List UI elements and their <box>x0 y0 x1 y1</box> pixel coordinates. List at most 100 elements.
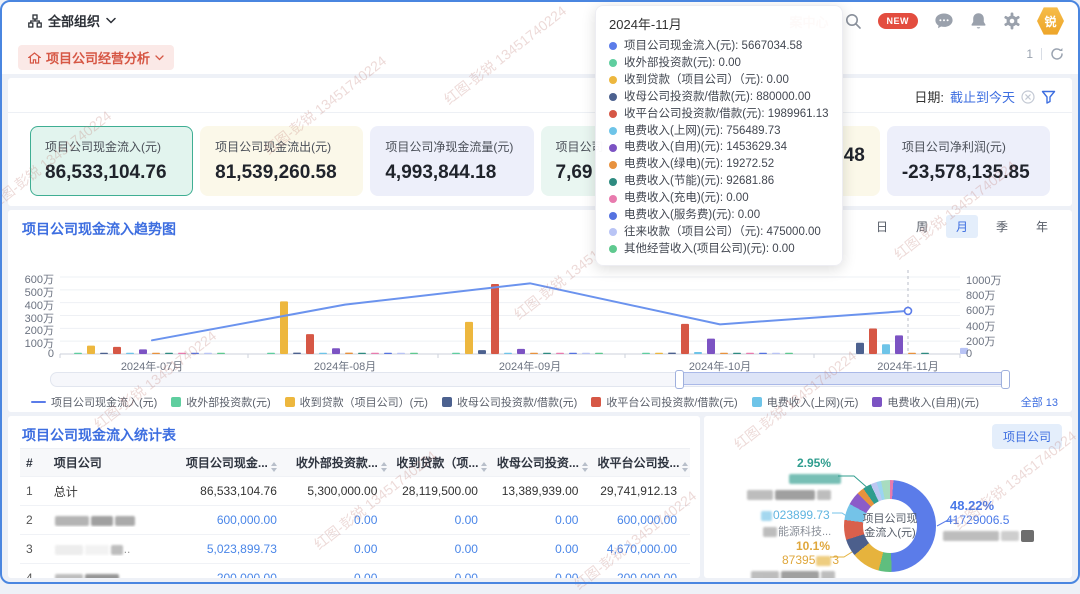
clear-filter-icon[interactable] <box>1021 90 1035 104</box>
datazoom-selection[interactable] <box>678 372 1005 385</box>
tooltip-item: 项目公司现金流入(元): 5667034.58 <box>609 38 829 55</box>
kpi-value: 81,539,260.58 <box>215 162 348 184</box>
series-dot <box>609 59 617 67</box>
sort-icon[interactable] <box>582 462 588 472</box>
filter-funnel-icon[interactable] <box>1041 90 1056 104</box>
value-cell[interactable]: 0.00 <box>290 542 391 556</box>
refresh-icon[interactable] <box>1050 47 1064 61</box>
divider <box>8 112 1072 113</box>
table-header-cell[interactable]: 项目公司现金... <box>142 454 290 472</box>
avatar[interactable]: 锐 <box>1037 7 1064 36</box>
table-header-row: #项目公司项目公司现金...收外部投资款...收到贷款（项...收母公司投资..… <box>20 448 690 477</box>
legend-item[interactable]: 收外部投资款(元) <box>171 394 270 410</box>
legend-swatch <box>31 401 46 403</box>
series-dot <box>609 93 617 101</box>
table-header-cell[interactable]: 收平台公司投... <box>591 454 690 472</box>
value-cell[interactable]: 0.00 <box>390 571 491 578</box>
value-cell[interactable]: 4,670,000.00 <box>591 542 690 556</box>
legend-item[interactable]: 收到贷款（项目公司）(元) <box>285 394 428 410</box>
legend-item[interactable]: 电费收入(自用)(元) <box>872 394 979 410</box>
trend-chart[interactable]: 600万500万400万300万200万100万01000万800万600万40… <box>8 244 1072 392</box>
period-tab-周[interactable]: 周 <box>906 215 938 238</box>
table-header-cell: 项目公司 <box>48 454 143 471</box>
series-dot <box>609 245 617 253</box>
kpi-card-1[interactable]: 项目公司现金流入(元)86,533,104.76 <box>30 126 193 196</box>
kpi-card-3[interactable]: 项目公司净现金流量(元)4,993,844.18 <box>370 126 533 196</box>
period-tab-季[interactable]: 季 <box>986 215 1018 238</box>
kpi-card-2[interactable]: 项目公司现金流出(元)81,539,260.58 <box>200 126 363 196</box>
dimension-tag[interactable]: 项目公司 <box>992 424 1062 449</box>
table-row[interactable]: 4...200,000.000.000.000.00200,000.00 <box>20 564 690 578</box>
legend-item[interactable]: 电费收入(上网)(元) <box>752 394 859 410</box>
search-icon[interactable] <box>845 13 862 30</box>
value-cell[interactable]: 0.00 <box>491 513 592 527</box>
tab-label: 项目公司经营分析 <box>46 48 150 67</box>
table-header-cell[interactable]: 收母公司投资... <box>491 454 592 472</box>
period-tab-年[interactable]: 年 <box>1026 215 1058 238</box>
series-dot <box>609 42 617 50</box>
value-cell[interactable]: 600,000.00 <box>591 513 690 527</box>
company-cell <box>48 513 143 527</box>
bell-icon[interactable] <box>970 12 987 30</box>
new-badge[interactable]: NEW <box>878 13 919 29</box>
table-header-cell[interactable]: 收到贷款（项... <box>390 454 491 472</box>
table-row[interactable]: 1总计86,533,104.765,300,000.0028,119,500.0… <box>20 477 690 506</box>
value-cell[interactable]: 0.00 <box>390 542 491 556</box>
gear-icon[interactable] <box>1003 12 1021 30</box>
value-cell[interactable]: 200,000.00 <box>142 571 290 578</box>
series-dot <box>609 178 617 186</box>
y-axis-tick-right: 800万 <box>966 287 995 303</box>
y-axis-tick-right: 400万 <box>966 318 995 334</box>
sort-icon[interactable] <box>271 462 277 472</box>
tab-project-company-analysis[interactable]: 项目公司经营分析 <box>18 45 174 70</box>
table-header-cell: # <box>20 456 48 470</box>
table-header-cell[interactable]: 收外部投资款... <box>290 454 391 472</box>
donut-label-teal-value-redacted <box>788 471 842 485</box>
tooltip-item: 电费收入(充电)(元): 0.00 <box>609 190 829 207</box>
sort-icon[interactable] <box>682 462 688 472</box>
kpi-label: 项目公司净现金流量(元) <box>385 138 518 155</box>
legend-item[interactable]: 收母公司投资款/借款(元) <box>442 394 577 410</box>
sort-icon[interactable] <box>381 462 387 472</box>
value-cell[interactable]: 5,023,899.73 <box>142 542 290 556</box>
period-tab-月[interactable]: 月 <box>946 215 978 238</box>
sort-icon[interactable] <box>481 462 487 472</box>
y-axis-tick-right: 1000万 <box>966 272 1001 288</box>
donut-label-lightblue-value: 023899.73 <box>760 508 830 522</box>
legend-swatch <box>442 397 452 407</box>
legend-swatch <box>752 397 762 407</box>
legend-show-all-link[interactable]: 全部 13 <box>1021 394 1058 410</box>
legend-item[interactable]: 收平台公司投资款/借款(元) <box>591 394 737 410</box>
legend-swatch <box>591 397 601 407</box>
table-row[interactable]: 2600,000.000.000.000.00600,000.00 <box>20 506 690 535</box>
value-cell: 86,533,104.76 <box>142 484 290 498</box>
value-cell[interactable]: 0.00 <box>491 571 592 578</box>
org-selector[interactable]: 全部组织 <box>28 11 116 30</box>
tooltip-item: 收平台公司投资款/借款(元): 1989961.13 <box>609 106 829 123</box>
datazoom-handle-left[interactable] <box>675 370 684 389</box>
value-cell[interactable]: 0.00 <box>491 542 592 556</box>
donut-center-label: 项目公司现金流入(元) <box>858 504 922 548</box>
tooltip-item: 收母公司投资款/借款(元): 880000.00 <box>609 89 829 106</box>
series-dot <box>609 195 617 203</box>
datazoom-handle-right[interactable] <box>1001 370 1010 389</box>
date-filter-value[interactable]: 截止到今天 <box>950 87 1015 106</box>
tooltip-item: 电费收入(自用)(元): 1453629.34 <box>609 139 829 156</box>
value-cell[interactable]: 0.00 <box>290 513 391 527</box>
donut-label-name-redacted <box>746 487 832 501</box>
value-cell[interactable]: 0.00 <box>290 571 391 578</box>
message-icon[interactable] <box>934 12 954 30</box>
period-tab-日[interactable]: 日 <box>866 215 898 238</box>
y-axis-tick-right: 600万 <box>966 302 995 318</box>
table-row[interactable]: 3..5,023,899.730.000.000.004,670,000.00 <box>20 535 690 564</box>
value-cell: 13,389,939.00 <box>491 484 592 498</box>
value-cell[interactable]: 600,000.00 <box>142 513 290 527</box>
kpi-label: 项目公司现金流入(元) <box>45 138 178 155</box>
legend-item[interactable]: 项目公司现金流入(元) <box>31 394 157 410</box>
value-cell[interactable]: 0.00 <box>390 513 491 527</box>
kpi-card-6[interactable]: 项目公司净利润(元)-23,578,135.85 <box>887 126 1050 196</box>
legend-swatch <box>285 397 295 407</box>
value-cell[interactable]: 200,000.00 <box>591 571 690 578</box>
tooltip-item: 电费收入(上网)(元): 756489.73 <box>609 123 829 140</box>
donut-label-blue-value: 41729006.5 <box>946 513 1009 527</box>
